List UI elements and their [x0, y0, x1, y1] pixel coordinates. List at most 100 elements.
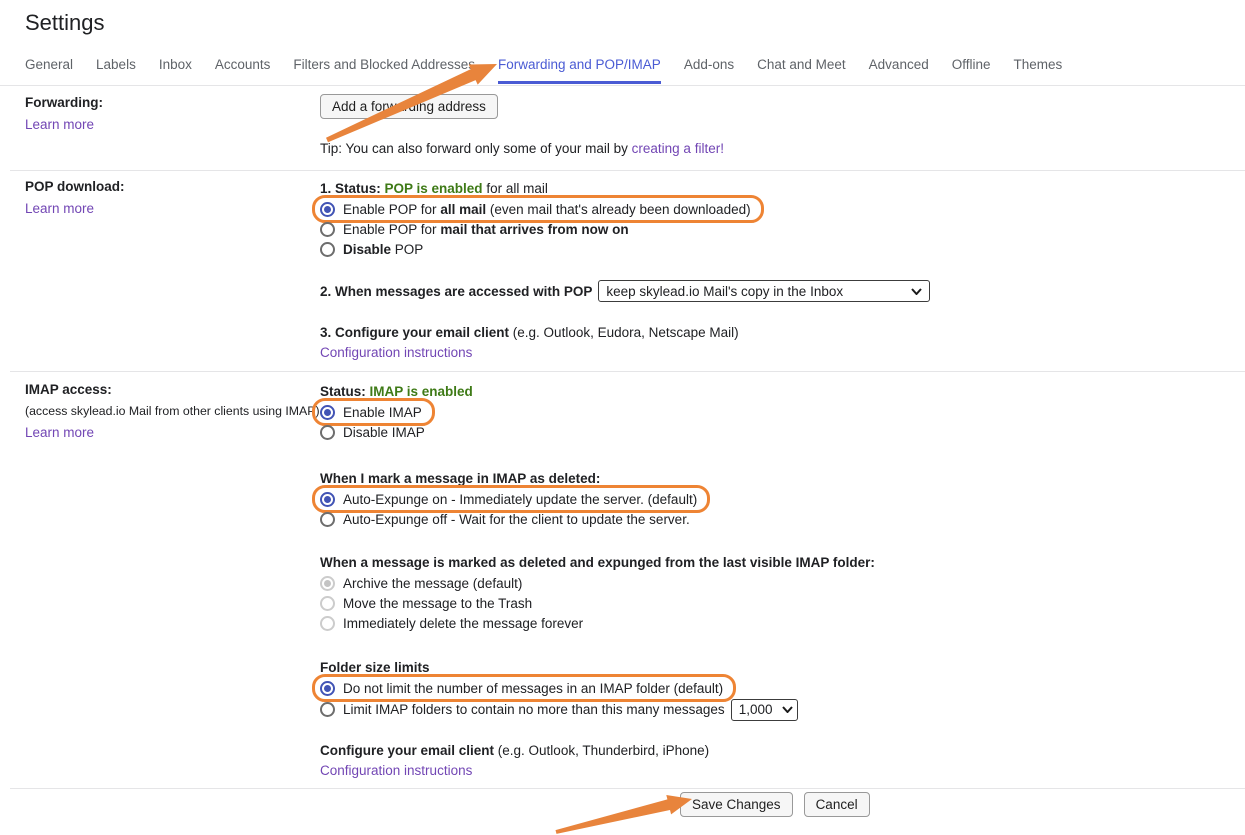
- tab-add-ons[interactable]: Add-ons: [684, 57, 734, 84]
- tab-themes[interactable]: Themes: [1014, 57, 1063, 84]
- radio-expunge-delete-label: Immediately delete the message forever: [343, 616, 583, 631]
- tab-labels[interactable]: Labels: [96, 57, 136, 84]
- cancel-button[interactable]: Cancel: [804, 792, 870, 817]
- tab-forwarding-pop-imap[interactable]: Forwarding and POP/IMAP: [498, 57, 661, 84]
- imap-learn-more-link[interactable]: Learn more: [25, 424, 94, 442]
- pop-configuration-instructions-link[interactable]: Configuration instructions: [320, 345, 472, 360]
- forwarding-label-column: Forwarding: Learn more: [0, 94, 320, 158]
- pop-download-section: POP download: Learn more 1. Status: POP …: [0, 178, 1245, 363]
- radio-expunge-delete: [320, 616, 335, 631]
- radio-pop-from-now-on[interactable]: [320, 222, 335, 237]
- radio-autoexpunge-on-label: Auto-Expunge on - Immediately update the…: [343, 492, 697, 507]
- tab-chat-and-meet[interactable]: Chat and Meet: [757, 57, 846, 84]
- section-divider: [10, 371, 1245, 372]
- imap-label-column: IMAP access: (access skylead.io Mail fro…: [0, 381, 320, 781]
- radio-expunge-trash-label: Move the message to the Trash: [343, 596, 532, 611]
- folder-size-heading: Folder size limits: [320, 660, 430, 675]
- pop-configure-block: 3. Configure your email client (e.g. Out…: [320, 323, 1245, 363]
- radio-folder-limit[interactable]: [320, 702, 335, 717]
- imap-deleted-block: When I mark a message in IMAP as deleted…: [320, 468, 1245, 529]
- radio-folder-nolimit-label: Do not limit the number of messages in a…: [343, 681, 723, 696]
- radio-row-imap-disable: Disable IMAP: [320, 422, 1245, 442]
- radio-row-pop-all-mail: Enable POP for all mail (even mail that'…: [320, 199, 1245, 219]
- pop-access-label: 2. When messages are accessed with POP: [320, 284, 592, 299]
- footer-divider: [10, 788, 1245, 789]
- radio-row-pop-from-now-on: Enable POP for mail that arrives from no…: [320, 219, 1245, 239]
- imap-status-value: IMAP is enabled: [370, 384, 473, 399]
- radio-row-imap-enable: Enable IMAP: [320, 402, 1245, 422]
- imap-configure-line: Configure your email client (e.g. Outloo…: [320, 741, 1245, 761]
- folder-size-block: Folder size limits Do not limit the numb…: [320, 657, 1245, 721]
- radio-pop-disable-label: Disable POP: [343, 242, 423, 257]
- pop-download-label: POP download:: [25, 178, 320, 196]
- radio-row-autoexpunge-on: Auto-Expunge on - Immediately update the…: [320, 489, 1245, 509]
- section-divider: [10, 170, 1245, 171]
- imap-configuration-instructions-link[interactable]: Configuration instructions: [320, 763, 472, 778]
- radio-imap-disable[interactable]: [320, 425, 335, 440]
- radio-expunge-trash: [320, 596, 335, 611]
- chevron-down-icon: [782, 706, 793, 713]
- radio-folder-limit-label: Limit IMAP folders to contain no more th…: [343, 702, 725, 717]
- radio-row-folder-nolimit: Do not limit the number of messages in a…: [320, 678, 1245, 698]
- radio-row-expunge-archive: Archive the message (default): [320, 573, 1245, 593]
- annotation-highlight-box: Auto-Expunge on - Immediately update the…: [312, 485, 710, 513]
- radio-pop-all-mail[interactable]: [320, 202, 335, 217]
- radio-imap-enable[interactable]: [320, 405, 335, 420]
- annotation-highlight-box: Do not limit the number of messages in a…: [312, 674, 736, 702]
- radio-row-folder-limit: Limit IMAP folders to contain no more th…: [320, 698, 1245, 721]
- tab-general[interactable]: General: [25, 57, 73, 84]
- pop-status-value: POP is enabled: [385, 181, 483, 196]
- radio-autoexpunge-off[interactable]: [320, 512, 335, 527]
- forwarding-tip: Tip: You can also forward only some of y…: [320, 139, 1245, 158]
- tab-advanced[interactable]: Advanced: [869, 57, 929, 84]
- imap-expunge-heading: When a message is marked as deleted and …: [320, 555, 875, 570]
- imap-configure-block: Configure your email client (e.g. Outloo…: [320, 741, 1245, 781]
- imap-access-label: IMAP access:: [25, 381, 320, 399]
- forwarding-section: Forwarding: Learn more Add a forwarding …: [0, 94, 1245, 158]
- pop-copy-select[interactable]: keep skylead.io Mail's copy in the Inbox: [598, 280, 930, 302]
- radio-pop-disable[interactable]: [320, 242, 335, 257]
- radio-pop-all-mail-label: Enable POP for all mail (even mail that'…: [343, 202, 751, 217]
- page-title: Settings: [25, 10, 105, 36]
- tab-accounts[interactable]: Accounts: [215, 57, 271, 84]
- pop-copy-select-value: keep skylead.io Mail's copy in the Inbox: [606, 284, 843, 299]
- pop-configure-line: 3. Configure your email client (e.g. Out…: [320, 323, 1245, 343]
- pop-learn-more-link[interactable]: Learn more: [25, 200, 94, 218]
- tabs-divider: [0, 85, 1245, 86]
- radio-folder-nolimit[interactable]: [320, 681, 335, 696]
- radio-expunge-archive: [320, 576, 335, 591]
- folder-limit-select[interactable]: 1,000: [731, 699, 798, 721]
- save-changes-button[interactable]: Save Changes: [680, 792, 793, 817]
- imap-access-section: IMAP access: (access skylead.io Mail fro…: [0, 381, 1245, 781]
- annotation-highlight-box: Enable IMAP: [312, 398, 435, 426]
- forwarding-learn-more-link[interactable]: Learn more: [25, 116, 94, 134]
- annotation-highlight-box: Enable POP for all mail (even mail that'…: [312, 195, 764, 223]
- pop-label-column: POP download: Learn more: [0, 178, 320, 363]
- settings-tab-bar: General Labels Inbox Accounts Filters an…: [25, 57, 1062, 84]
- radio-row-pop-disable: Disable POP: [320, 239, 1245, 259]
- tab-inbox[interactable]: Inbox: [159, 57, 192, 84]
- imap-status-line: Status: IMAP is enabled: [320, 381, 1245, 402]
- creating-a-filter-link[interactable]: creating a filter!: [632, 141, 724, 156]
- imap-deleted-heading: When I mark a message in IMAP as deleted…: [320, 471, 600, 486]
- add-forwarding-address-button[interactable]: Add a forwarding address: [320, 94, 498, 119]
- pop-status-prefix: 1. Status:: [320, 181, 385, 196]
- radio-autoexpunge-on[interactable]: [320, 492, 335, 507]
- radio-expunge-archive-label: Archive the message (default): [343, 576, 522, 591]
- radio-row-autoexpunge-off: Auto-Expunge off - Wait for the client t…: [320, 509, 1245, 529]
- forwarding-label: Forwarding:: [25, 94, 320, 112]
- imap-status-prefix: Status:: [320, 384, 370, 399]
- radio-autoexpunge-off-label: Auto-Expunge off - Wait for the client t…: [343, 512, 690, 527]
- tab-filters-blocked-addresses[interactable]: Filters and Blocked Addresses: [293, 57, 475, 84]
- radio-imap-enable-label: Enable IMAP: [343, 405, 422, 420]
- imap-expunge-block: When a message is marked as deleted and …: [320, 552, 1245, 633]
- radio-row-expunge-trash: Move the message to the Trash: [320, 593, 1245, 613]
- folder-limit-select-value: 1,000: [739, 702, 773, 717]
- tab-offline[interactable]: Offline: [952, 57, 991, 84]
- pop-access-row: 2. When messages are accessed with POP k…: [320, 280, 1245, 302]
- radio-pop-from-now-on-label: Enable POP for mail that arrives from no…: [343, 222, 629, 237]
- chevron-down-icon: [911, 288, 922, 295]
- forwarding-tip-text: Tip: You can also forward only some of y…: [320, 141, 632, 156]
- radio-row-expunge-delete: Immediately delete the message forever: [320, 613, 1245, 633]
- radio-imap-disable-label: Disable IMAP: [343, 425, 425, 440]
